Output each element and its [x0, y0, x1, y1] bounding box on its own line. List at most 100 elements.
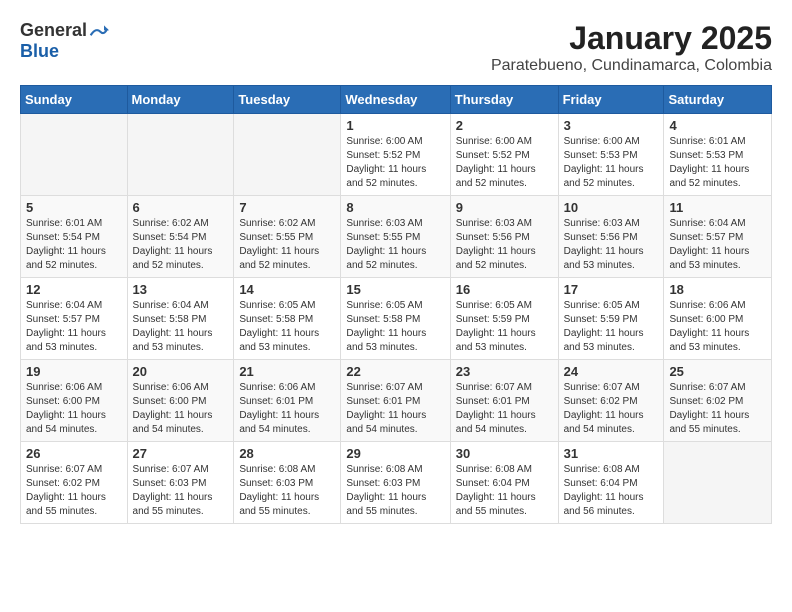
day-info: Sunrise: 6:07 AMSunset: 6:02 PMDaylight:…: [669, 381, 766, 437]
day-number: 3: [564, 118, 659, 133]
day-info: Sunrise: 6:08 AMSunset: 6:03 PMDaylight:…: [346, 463, 444, 519]
day-info: Sunrise: 6:08 AMSunset: 6:04 PMDaylight:…: [564, 463, 659, 519]
day-number: 9: [456, 200, 553, 215]
table-row: 20Sunrise: 6:06 AMSunset: 6:00 PMDayligh…: [127, 360, 234, 442]
day-number: 25: [669, 364, 766, 379]
table-row: 6 Sunrise: 6:02 AMSunset: 5:54 PMDaylight…: [127, 196, 234, 278]
table-row: 21 Sunrise: 6:06 AMSunset: 6:01 PMDayligh…: [234, 360, 341, 442]
table-row: 30Sunrise: 6:08 AMSunset: 6:04 PMDayligh…: [450, 442, 558, 524]
day-number: 29: [346, 446, 444, 461]
day-number: 14: [239, 282, 335, 297]
table-row: 24 Sunrise: 6:07 AMSunset: 6:02 PMDayligh…: [558, 360, 664, 442]
header-wednesday: Wednesday: [341, 86, 450, 114]
table-row: 22Sunrise: 6:07 AMSunset: 6:01 PMDayligh…: [341, 360, 450, 442]
day-number: 6: [133, 200, 229, 215]
day-info: Sunrise: 6:06 AMSunset: 6:00 PMDaylight:…: [26, 381, 122, 437]
day-info: Sunrise: 6:07 AMSunset: 6:02 PMDaylight:…: [564, 381, 659, 437]
day-number: 27: [133, 446, 229, 461]
day-info: Sunrise: 6:01 AMSunset: 5:54 PMDaylight:…: [26, 217, 122, 273]
day-info: Sunrise: 6:04 AMSunset: 5:58 PMDaylight:…: [133, 299, 229, 355]
table-row: [127, 114, 234, 196]
table-row: 15 Sunrise: 6:05 AMSunset: 5:58 PMDayligh…: [341, 278, 450, 360]
day-info: Sunrise: 6:00 AMSunset: 5:53 PMDaylight:…: [564, 135, 659, 191]
table-row: 19Sunrise: 6:06 AMSunset: 6:00 PMDayligh…: [21, 360, 128, 442]
day-number: 15: [346, 282, 444, 297]
day-info: Sunrise: 6:03 AMSunset: 5:56 PMDaylight:…: [456, 217, 553, 273]
day-number: 21: [239, 364, 335, 379]
day-number: 24: [564, 364, 659, 379]
day-info: Sunrise: 6:02 AMSunset: 5:54 PMDaylight:…: [133, 217, 229, 273]
day-info: Sunrise: 6:05 AMSunset: 5:59 PMDaylight:…: [564, 299, 659, 355]
logo: General Blue: [20, 20, 109, 62]
table-row: 2 Sunrise: 6:00 AMSunset: 5:52 PMDaylight…: [450, 114, 558, 196]
title-section: January 2025 Paratebueno, Cundinamarca, …: [491, 20, 772, 75]
day-info: Sunrise: 6:07 AMSunset: 6:01 PMDaylight:…: [456, 381, 553, 437]
header-tuesday: Tuesday: [234, 86, 341, 114]
day-info: Sunrise: 6:03 AMSunset: 5:55 PMDaylight:…: [346, 217, 444, 273]
table-row: 5 Sunrise: 6:01 AMSunset: 5:54 PMDaylight…: [21, 196, 128, 278]
header-saturday: Saturday: [664, 86, 772, 114]
header-friday: Friday: [558, 86, 664, 114]
location-title: Paratebueno, Cundinamarca, Colombia: [491, 57, 772, 75]
table-row: 28Sunrise: 6:08 AMSunset: 6:03 PMDayligh…: [234, 442, 341, 524]
day-info: Sunrise: 6:07 AMSunset: 6:02 PMDaylight:…: [26, 463, 122, 519]
calendar-week-row: 1 Sunrise: 6:00 AMSunset: 5:52 PMDaylight…: [21, 114, 772, 196]
calendar-week-row: 12 Sunrise: 6:04 AMSunset: 5:57 PMDayligh…: [21, 278, 772, 360]
header-monday: Monday: [127, 86, 234, 114]
table-row: 10 Sunrise: 6:03 AMSunset: 5:56 PMDayligh…: [558, 196, 664, 278]
day-number: 10: [564, 200, 659, 215]
table-row: 3 Sunrise: 6:00 AMSunset: 5:53 PMDaylight…: [558, 114, 664, 196]
day-info: Sunrise: 6:05 AMSunset: 5:58 PMDaylight:…: [239, 299, 335, 355]
table-row: 4 Sunrise: 6:01 AMSunset: 5:53 PMDaylight…: [664, 114, 772, 196]
table-row: [234, 114, 341, 196]
day-number: 17: [564, 282, 659, 297]
month-title: January 2025: [491, 20, 772, 57]
day-number: 22: [346, 364, 444, 379]
table-row: 17 Sunrise: 6:05 AMSunset: 5:59 PMDayligh…: [558, 278, 664, 360]
day-info: Sunrise: 6:01 AMSunset: 5:53 PMDaylight:…: [669, 135, 766, 191]
table-row: [664, 442, 772, 524]
logo-blue: Blue: [20, 42, 109, 62]
table-row: 8 Sunrise: 6:03 AMSunset: 5:55 PMDaylight…: [341, 196, 450, 278]
day-info: Sunrise: 6:03 AMSunset: 5:56 PMDaylight:…: [564, 217, 659, 273]
table-row: 9 Sunrise: 6:03 AMSunset: 5:56 PMDaylight…: [450, 196, 558, 278]
day-info: Sunrise: 6:06 AMSunset: 6:01 PMDaylight:…: [239, 381, 335, 437]
calendar-week-row: 5 Sunrise: 6:01 AMSunset: 5:54 PMDaylight…: [21, 196, 772, 278]
table-row: 23 Sunrise: 6:07 AMSunset: 6:01 PMDayligh…: [450, 360, 558, 442]
day-info: Sunrise: 6:05 AMSunset: 5:59 PMDaylight:…: [456, 299, 553, 355]
day-number: 1: [346, 118, 444, 133]
table-row: 13 Sunrise: 6:04 AMSunset: 5:58 PMDayligh…: [127, 278, 234, 360]
table-row: 11Sunrise: 6:04 AMSunset: 5:57 PMDayligh…: [664, 196, 772, 278]
day-number: 13: [133, 282, 229, 297]
table-row: 14 Sunrise: 6:05 AMSunset: 5:58 PMDayligh…: [234, 278, 341, 360]
day-number: 4: [669, 118, 766, 133]
day-number: 23: [456, 364, 553, 379]
calendar-table: Sunday Monday Tuesday Wednesday Thursday…: [20, 85, 772, 524]
table-row: 26 Sunrise: 6:07 AMSunset: 6:02 PMDayligh…: [21, 442, 128, 524]
table-row: 1 Sunrise: 6:00 AMSunset: 5:52 PMDaylight…: [341, 114, 450, 196]
table-row: 18 Sunrise: 6:06 AMSunset: 6:00 PMDayligh…: [664, 278, 772, 360]
table-row: 29 Sunrise: 6:08 AMSunset: 6:03 PMDayligh…: [341, 442, 450, 524]
day-number: 7: [239, 200, 335, 215]
day-info: Sunrise: 6:06 AMSunset: 6:00 PMDaylight:…: [133, 381, 229, 437]
table-row: 12 Sunrise: 6:04 AMSunset: 5:57 PMDayligh…: [21, 278, 128, 360]
day-number: 5: [26, 200, 122, 215]
table-row: 7Sunrise: 6:02 AMSunset: 5:55 PMDaylight…: [234, 196, 341, 278]
day-number: 2: [456, 118, 553, 133]
day-number: 28: [239, 446, 335, 461]
day-info: Sunrise: 6:04 AMSunset: 5:57 PMDaylight:…: [26, 299, 122, 355]
day-number: 26: [26, 446, 122, 461]
day-info: Sunrise: 6:00 AMSunset: 5:52 PMDaylight:…: [346, 135, 444, 191]
table-row: 31Sunrise: 6:08 AMSunset: 6:04 PMDayligh…: [558, 442, 664, 524]
day-number: 16: [456, 282, 553, 297]
table-row: [21, 114, 128, 196]
day-info: Sunrise: 6:06 AMSunset: 6:00 PMDaylight:…: [669, 299, 766, 355]
day-info: Sunrise: 6:05 AMSunset: 5:58 PMDaylight:…: [346, 299, 444, 355]
day-info: Sunrise: 6:07 AMSunset: 6:03 PMDaylight:…: [133, 463, 229, 519]
calendar-week-row: 19Sunrise: 6:06 AMSunset: 6:00 PMDayligh…: [21, 360, 772, 442]
header-thursday: Thursday: [450, 86, 558, 114]
day-number: 8: [346, 200, 444, 215]
day-info: Sunrise: 6:00 AMSunset: 5:52 PMDaylight:…: [456, 135, 553, 191]
day-number: 12: [26, 282, 122, 297]
day-number: 18: [669, 282, 766, 297]
